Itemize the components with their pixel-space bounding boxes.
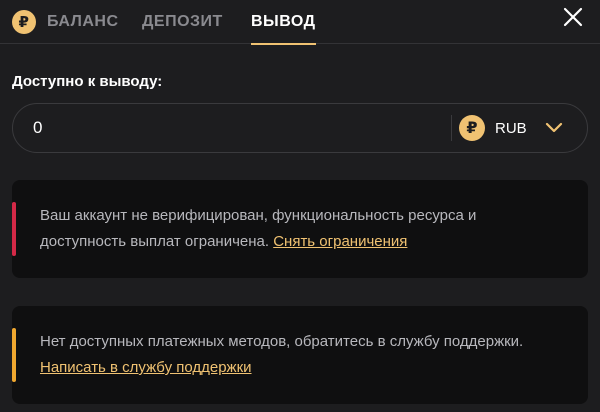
- remove-restrictions-link[interactable]: Снять ограничения: [273, 233, 407, 250]
- alert-text: Ваш аккаунт не верифицирован, функционал…: [40, 207, 477, 250]
- contact-support-link[interactable]: Написать в службу поддержки: [40, 359, 252, 376]
- tab-withdraw-label: ВЫВОД: [251, 13, 316, 30]
- withdraw-modal: ₽ БАЛАНС ДЕПОЗИТ ВЫВОД Доступно к выводу…: [0, 0, 600, 412]
- tab-balance[interactable]: ₽ БАЛАНС: [12, 0, 119, 44]
- currency-select[interactable]: ₽ RUB: [459, 104, 585, 152]
- ruble-coin-icon: ₽: [12, 10, 36, 34]
- tab-deposit[interactable]: ДЕПОЗИТ: [142, 0, 223, 44]
- ruble-coin-icon: ₽: [459, 115, 485, 141]
- close-icon: [563, 7, 583, 27]
- alert-message: Ваш аккаунт не верифицирован, функционал…: [40, 203, 560, 255]
- payment-methods-alert: Нет доступных платежных методов, обратит…: [12, 306, 588, 404]
- amount-field: ₽ RUB: [12, 103, 588, 153]
- amount-input[interactable]: [33, 104, 433, 152]
- alert-error-bar: [12, 202, 16, 256]
- alert-warning-bar: [12, 328, 16, 382]
- close-button[interactable]: [562, 6, 584, 28]
- alert-message: Нет доступных платежных методов, обратит…: [40, 329, 560, 381]
- tab-withdraw[interactable]: ВЫВОД: [251, 0, 316, 45]
- tab-balance-label: БАЛАНС: [47, 13, 119, 30]
- alert-text: Нет доступных платежных методов, обратит…: [40, 333, 524, 350]
- tab-deposit-label: ДЕПОЗИТ: [142, 13, 223, 30]
- currency-label: RUB: [495, 119, 527, 137]
- tabs-bar: ₽ БАЛАНС ДЕПОЗИТ ВЫВОД: [0, 0, 600, 45]
- field-divider: [451, 115, 452, 141]
- verification-alert: Ваш аккаунт не верифицирован, функционал…: [12, 180, 588, 278]
- chevron-down-icon: [545, 122, 563, 133]
- available-label: Доступно к выводу:: [12, 73, 163, 90]
